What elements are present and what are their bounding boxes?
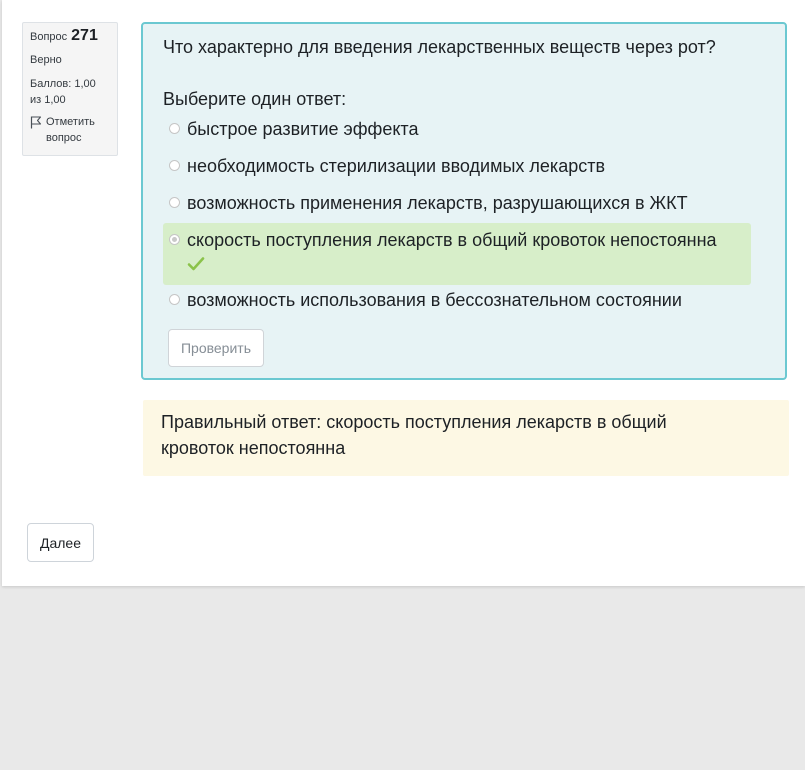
radio-button[interactable]	[169, 160, 180, 171]
question-text: Что характерно для введения лекарственны…	[163, 37, 716, 57]
answer-option-label: возможность применения лекарств, разруша…	[187, 193, 688, 213]
answer-option[interactable]: возможность использования в бессознатель…	[163, 289, 751, 326]
answer-option[interactable]: необходимость стерилизации вводимых лека…	[163, 155, 751, 192]
answer-option-label: возможность использования в бессознатель…	[187, 290, 682, 310]
question-grade: Баллов: 1,00 из 1,00	[30, 78, 96, 106]
answer-prompt: Выберите один ответ:	[163, 89, 347, 109]
question-info: Вопрос 271 Верно Баллов: 1,00 из 1,00 От…	[22, 22, 118, 156]
right-answer-text: Правильный ответ: скорость поступления л…	[161, 412, 667, 458]
answer-option-label: скорость поступления лекарств в общий кр…	[187, 230, 717, 250]
next-button[interactable]: Далее	[27, 523, 94, 562]
question-number-value: 271	[71, 27, 98, 44]
flag-question-link[interactable]: Отметить вопрос	[30, 114, 110, 146]
radio-button-selected[interactable]	[169, 234, 180, 245]
radio-button[interactable]	[169, 294, 180, 305]
question-formulation: Что характерно для введения лекарственны…	[141, 22, 787, 380]
question-state: Верно	[30, 54, 62, 66]
answer-option-label: необходимость стерилизации вводимых лека…	[187, 156, 606, 176]
flag-icon	[30, 114, 42, 134]
right-answer-feedback: Правильный ответ: скорость поступления л…	[143, 400, 789, 476]
check-button[interactable]: Проверить	[168, 329, 264, 367]
check-icon	[187, 255, 717, 275]
radio-button[interactable]	[169, 123, 180, 134]
answer-option-correct[interactable]: скорость поступления лекарств в общий кр…	[163, 223, 751, 285]
answer-options: быстрое развитие эффекта необходимость с…	[163, 118, 751, 326]
radio-button[interactable]	[169, 197, 180, 208]
answer-option[interactable]: быстрое развитие эффекта	[163, 118, 751, 155]
page-container: Вопрос 271 Верно Баллов: 1,00 из 1,00 От…	[2, 0, 805, 586]
flag-label: Отметить вопрос	[46, 116, 95, 144]
answer-option-label: быстрое развитие эффекта	[187, 119, 419, 139]
question-number: Вопрос 271	[30, 28, 110, 50]
answer-option-content: скорость поступления лекарств в общий кр…	[187, 229, 717, 275]
question-number-label: Вопрос	[30, 31, 68, 43]
